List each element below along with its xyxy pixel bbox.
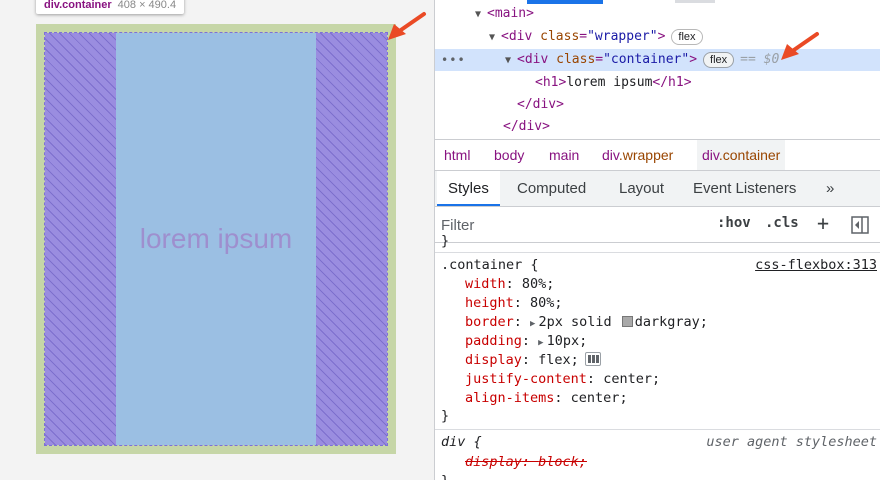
tag-open: <div bbox=[501, 29, 533, 44]
breadcrumb-main[interactable]: main bbox=[544, 140, 584, 170]
tag-h1-open: <h1> bbox=[535, 75, 567, 90]
more-options-icon[interactable]: ••• bbox=[441, 49, 466, 71]
dom-node-close-wrapper[interactable]: </div> bbox=[435, 116, 880, 138]
tag-div-close: </div> bbox=[517, 97, 564, 112]
hov-toggle[interactable]: :hov bbox=[717, 215, 751, 231]
rule-selector-container[interactable]: .container { bbox=[441, 256, 539, 275]
expand-triangle-icon[interactable]: ▼ bbox=[475, 4, 487, 26]
breadcrumb-container[interactable]: div.container bbox=[697, 140, 786, 170]
styles-pane: } .container { css-flexbox:313 width: 80… bbox=[435, 233, 880, 480]
decl-border[interactable]: border: ▶ 2px solid darkgray; bbox=[465, 313, 708, 332]
rule-close-div: } bbox=[441, 472, 449, 480]
tag-close: > bbox=[689, 52, 698, 67]
rule-selector-div[interactable]: div { bbox=[441, 433, 482, 452]
decl-padding[interactable]: padding: ▶ 10px; bbox=[465, 332, 587, 351]
text-node: lorem ipsum bbox=[566, 75, 653, 90]
flex-badge[interactable]: flex bbox=[671, 28, 703, 45]
decl-display-overridden[interactable]: display: block; bbox=[465, 453, 587, 472]
annotation-arrow-icon bbox=[388, 12, 426, 40]
page-viewport: lorem ipsum div.container 408 × 490.4 bbox=[0, 0, 434, 480]
dom-node-h1[interactable]: <h1>lorem ipsum</h1> bbox=[435, 72, 880, 94]
styles-filter-bar: :hov .cls + bbox=[435, 207, 880, 243]
container-element-overlay[interactable]: lorem ipsum bbox=[44, 32, 388, 446]
tag-div-close: </div> bbox=[503, 119, 550, 134]
devtools-panel: ▼ <main> ▼ <div class="wrapper"> flex ••• ▼… bbox=[434, 0, 880, 480]
rule-separator bbox=[435, 429, 880, 430]
decl-width[interactable]: width: 80%; bbox=[465, 275, 554, 294]
selected-marker: == $0 bbox=[740, 52, 780, 67]
tag-open: <div bbox=[517, 52, 549, 67]
breadcrumb-wrapper[interactable]: div.wrapper bbox=[597, 140, 678, 170]
decl-display[interactable]: display: flex; bbox=[465, 351, 601, 370]
expand-triangle-icon[interactable]: ▼ bbox=[505, 50, 517, 72]
tab-computed[interactable]: Computed bbox=[506, 171, 597, 206]
tag-h1-close: </h1> bbox=[652, 75, 692, 90]
tooltip-dimensions: 408 × 490.4 bbox=[117, 0, 177, 11]
attr-value: "wrapper" bbox=[587, 29, 658, 44]
breadcrumb-body[interactable]: body bbox=[489, 140, 529, 170]
dom-node-close-container[interactable]: </div> bbox=[435, 94, 880, 116]
attr-name: class bbox=[540, 29, 580, 44]
rule-separator bbox=[435, 252, 880, 253]
decl-align-items[interactable]: align-items: center; bbox=[465, 389, 628, 408]
tag-close: > bbox=[657, 29, 666, 44]
rule-source-link[interactable]: css-flexbox:313 bbox=[755, 256, 877, 275]
cls-toggle[interactable]: .cls bbox=[765, 215, 799, 231]
prev-rule-close: } bbox=[441, 233, 450, 249]
inspect-tooltip: div.container 408 × 490.4 bbox=[36, 0, 185, 14]
dom-node-main[interactable]: ▼ <main> bbox=[435, 3, 880, 25]
decl-height[interactable]: height: 80%; bbox=[465, 294, 563, 313]
decl-justify-content[interactable]: justify-content: center; bbox=[465, 370, 660, 389]
more-tabs-button[interactable]: » bbox=[815, 171, 845, 206]
color-swatch[interactable] bbox=[621, 316, 633, 327]
page-heading: lorem ipsum bbox=[139, 223, 293, 254]
tab-styles[interactable]: Styles bbox=[437, 171, 500, 206]
elements-tree: ▼ <main> ▼ <div class="wrapper"> flex ••• ▼… bbox=[435, 0, 880, 138]
flexbox-editor-icon[interactable] bbox=[584, 352, 601, 366]
tag-main: <main> bbox=[487, 6, 534, 21]
toggle-sidebar-icon[interactable] bbox=[851, 216, 869, 234]
expand-triangle-icon[interactable]: ▼ bbox=[489, 27, 501, 49]
tooltip-selector: div.container bbox=[44, 0, 112, 11]
tab-layout[interactable]: Layout bbox=[608, 171, 675, 206]
attr-name: class bbox=[556, 52, 596, 67]
sidebar-tabs: Styles Computed Layout Event Listeners » bbox=[435, 171, 880, 207]
filter-input[interactable] bbox=[441, 213, 707, 237]
breadcrumb: html body main div.wrapper div.container bbox=[435, 139, 880, 171]
tab-event-listeners[interactable]: Event Listeners bbox=[682, 171, 807, 206]
breadcrumb-html[interactable]: html bbox=[439, 140, 475, 170]
annotation-arrow-icon bbox=[781, 32, 819, 60]
rule-close-container: } bbox=[441, 408, 450, 424]
rule-source-ua: user agent stylesheet bbox=[706, 434, 877, 450]
attr-value: "container" bbox=[603, 52, 690, 67]
new-rule-plus-icon[interactable]: + bbox=[817, 211, 829, 235]
flex-badge-active[interactable]: flex bbox=[703, 51, 735, 68]
